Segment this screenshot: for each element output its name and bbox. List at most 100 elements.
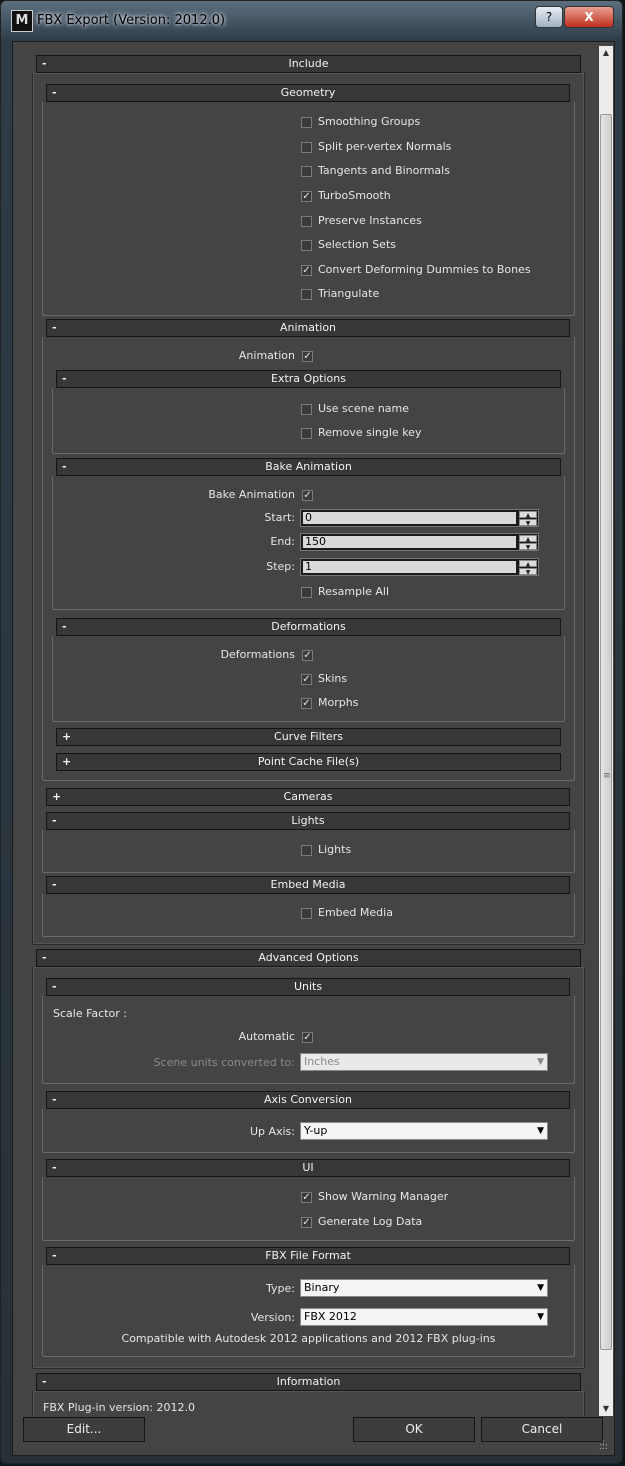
resize-grip-icon[interactable]: .:.::: [599, 1439, 611, 1453]
compatibility-note: Compatible with Autodesk 2012 applicatio…: [121, 1332, 496, 1345]
deformations-checkbox[interactable]: ✓: [302, 650, 313, 661]
collapse-icon: -: [42, 57, 47, 70]
geometry-rollout-header[interactable]: - Geometry: [46, 84, 570, 102]
animation-checkbox[interactable]: ✓: [302, 351, 313, 362]
spin-down-icon[interactable]: ▼: [519, 568, 537, 576]
lights-label: Lights: [318, 843, 352, 856]
deformations-title: Deformations: [271, 620, 346, 633]
bake-animation-checkbox[interactable]: ✓: [302, 490, 313, 501]
units-rollout-header[interactable]: - Units: [46, 978, 570, 996]
axis-conversion-rollout-header[interactable]: - Axis Conversion: [46, 1091, 570, 1109]
turbosmooth-checkbox[interactable]: ✓: [301, 191, 312, 202]
use-scene-name-label: Use scene name: [318, 402, 410, 415]
curve-filters-title: Curve Filters: [274, 730, 343, 743]
close-button[interactable]: X: [564, 6, 614, 28]
advanced-options-rollout-header[interactable]: - Advanced Options: [36, 949, 581, 967]
morphs-checkbox[interactable]: ✓: [301, 698, 312, 709]
cameras-rollout-header[interactable]: + Cameras: [46, 788, 570, 806]
options-panel: - Include - Geometry Smoothing Groups Spli…: [18, 46, 598, 1416]
lights-rollout-header[interactable]: - Lights: [46, 812, 570, 830]
spin-down-icon[interactable]: ▼: [519, 543, 537, 551]
version-label: Version:: [250, 1311, 295, 1324]
include-rollout-header[interactable]: - Include: [36, 55, 581, 73]
ok-button[interactable]: OK: [353, 1417, 475, 1442]
expand-icon: +: [62, 755, 72, 768]
smoothing-groups-checkbox[interactable]: [301, 117, 312, 128]
preserve-instances-label: Preserve Instances: [318, 214, 422, 227]
extra-options-rollout-header[interactable]: - Extra Options: [56, 370, 561, 388]
type-dropdown[interactable]: Binary ▼: [300, 1279, 548, 1297]
point-cache-rollout-header[interactable]: + Point Cache File(s): [56, 753, 561, 771]
start-value[interactable]: 0: [303, 512, 516, 524]
embed-media-checkbox[interactable]: [301, 908, 312, 919]
end-value[interactable]: 150: [303, 536, 516, 548]
scene-units-label: Scene units converted to:: [153, 1056, 295, 1069]
selection-sets-checkbox[interactable]: [301, 240, 312, 251]
scrollbar-thumb[interactable]: ≡: [600, 114, 612, 1350]
curve-filters-rollout-header[interactable]: + Curve Filters: [56, 728, 561, 746]
lights-checkbox[interactable]: [301, 845, 312, 856]
collapse-icon: -: [42, 951, 47, 964]
resample-all-checkbox[interactable]: [301, 587, 312, 598]
ui-rollout-header[interactable]: - UI: [46, 1159, 570, 1177]
version-dropdown[interactable]: FBX 2012 ▼: [300, 1308, 548, 1326]
collapse-icon: -: [62, 620, 67, 633]
deformations-rollout-header[interactable]: - Deformations: [56, 618, 561, 636]
use-scene-name-checkbox[interactable]: [301, 404, 312, 415]
bake-animation-title: Bake Animation: [265, 460, 352, 473]
deformations-label: Deformations: [220, 648, 295, 661]
up-axis-dropdown[interactable]: Y-up ▼: [300, 1122, 548, 1140]
ui-title: UI: [302, 1161, 314, 1174]
type-value: Binary: [304, 1281, 340, 1294]
lights-title: Lights: [291, 814, 325, 827]
remove-single-key-label: Remove single key: [318, 426, 422, 439]
axis-conversion-title: Axis Conversion: [264, 1093, 352, 1106]
information-rollout-header[interactable]: - Information: [36, 1373, 581, 1391]
collapse-icon: -: [52, 980, 57, 993]
show-warning-manager-checkbox[interactable]: ✓: [301, 1192, 312, 1203]
triangulate-checkbox[interactable]: [301, 289, 312, 300]
split-normals-checkbox[interactable]: [301, 142, 312, 153]
resample-all-label: Resample All: [318, 585, 390, 598]
animation-label: Animation: [238, 349, 295, 362]
scene-units-dropdown[interactable]: Inches ▼: [300, 1053, 548, 1071]
expand-icon: +: [52, 790, 62, 803]
spin-up-icon[interactable]: ▲: [519, 511, 537, 519]
embed-media-rollout-header[interactable]: - Embed Media: [46, 876, 570, 894]
fbx-export-dialog: M FBX Export (Version: 2012.0) ? X - Incl…: [0, 0, 623, 1464]
fbx-file-format-rollout-header[interactable]: - FBX File Format: [46, 1247, 570, 1265]
advanced-options-title: Advanced Options: [258, 951, 359, 964]
automatic-label: Automatic: [238, 1030, 295, 1043]
start-spinner[interactable]: 0 ▲ ▼: [300, 509, 539, 527]
animation-rollout-header[interactable]: - Animation: [46, 319, 570, 337]
step-spinner[interactable]: 1 ▲ ▼: [300, 558, 539, 576]
spin-up-icon[interactable]: ▲: [519, 535, 537, 543]
collapse-icon: -: [52, 1093, 57, 1106]
step-value[interactable]: 1: [303, 561, 516, 573]
up-axis-value: Y-up: [304, 1124, 328, 1137]
preserve-instances-checkbox[interactable]: [301, 216, 312, 227]
vertical-scrollbar[interactable]: ▲ ≡ ▼: [599, 46, 613, 1416]
generate-log-data-checkbox[interactable]: ✓: [301, 1217, 312, 1228]
spin-down-icon[interactable]: ▼: [519, 519, 537, 527]
automatic-checkbox[interactable]: ✓: [302, 1032, 313, 1043]
geometry-panel: [42, 102, 575, 316]
spin-up-icon[interactable]: ▲: [519, 560, 537, 568]
edit-button[interactable]: Edit...: [23, 1417, 145, 1442]
scroll-down-icon[interactable]: ▼: [599, 1402, 613, 1416]
version-value: FBX 2012: [304, 1310, 357, 1323]
bake-animation-rollout-header[interactable]: - Bake Animation: [56, 458, 561, 476]
remove-single-key-checkbox[interactable]: [301, 428, 312, 439]
information-title: Information: [276, 1375, 341, 1388]
title-bar[interactable]: M FBX Export (Version: 2012.0) ? X: [1, 1, 622, 41]
collapse-icon: -: [52, 86, 57, 99]
end-spinner[interactable]: 150 ▲ ▼: [300, 533, 539, 551]
dropdown-arrow-icon: ▼: [537, 1312, 544, 1322]
window-title: FBX Export (Version: 2012.0): [37, 13, 226, 28]
skins-checkbox[interactable]: ✓: [301, 674, 312, 685]
tangents-binormals-checkbox[interactable]: [301, 166, 312, 177]
help-button[interactable]: ?: [535, 6, 563, 28]
cancel-button[interactable]: Cancel: [481, 1417, 603, 1442]
convert-dummies-checkbox[interactable]: ✓: [301, 265, 312, 276]
scroll-up-icon[interactable]: ▲: [599, 46, 613, 60]
